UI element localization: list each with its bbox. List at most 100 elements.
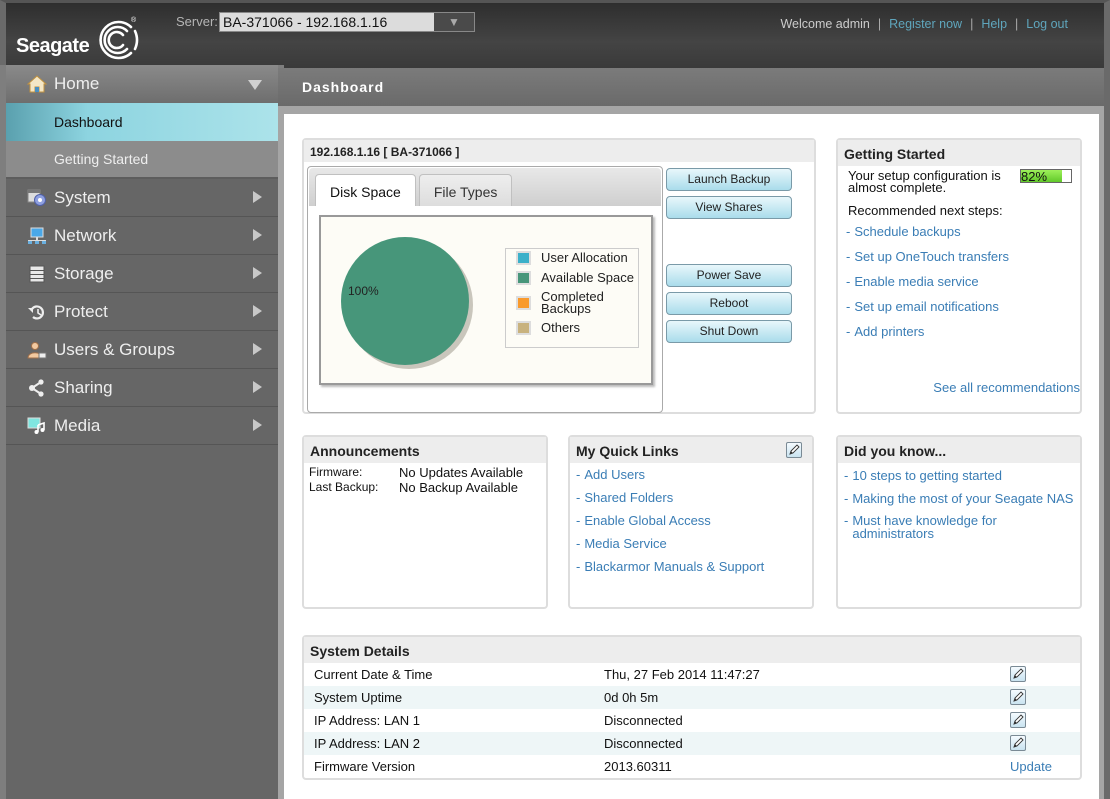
sidebar-subitem-label: Getting Started <box>54 151 149 167</box>
getting-started-panel: Getting Started Your setup configuration… <box>836 138 1082 414</box>
announcement-label: Last Backup: <box>309 480 379 494</box>
log-out-link[interactable]: Log out <box>1026 17 1068 31</box>
sidebar-subitem-dashboard[interactable]: Dashboard <box>6 103 278 141</box>
next-step-item[interactable]: - Set up OneTouch transfers <box>846 249 1080 264</box>
legend-label: Available Space <box>541 270 634 285</box>
detail-value: 0d 0h 5m <box>604 690 659 705</box>
detail-value: Thu, 27 Feb 2014 11:47:27 <box>604 667 760 682</box>
pencil-icon <box>1013 668 1024 679</box>
server-select-value: BA-371066 - 192.168.1.16 <box>223 14 388 30</box>
next-step-link[interactable]: Enable media service <box>854 274 978 289</box>
detail-label: Firmware Version <box>314 759 416 774</box>
tip-item[interactable]: - Making the most of your Seagate NAS <box>844 491 1080 506</box>
sidebar-item-sharing[interactable]: Sharing <box>6 369 278 407</box>
view-shares-button[interactable]: View Shares <box>666 196 792 219</box>
chevron-right-icon <box>253 229 262 241</box>
setup-progress-bar: 82% <box>1020 169 1072 183</box>
legend-item: Completed Backups <box>506 289 638 316</box>
next-step-link[interactable]: Set up OneTouch transfers <box>854 249 1009 264</box>
quick-link[interactable]: Enable Global Access <box>584 513 710 528</box>
announcement-value: No Updates Available <box>399 465 524 480</box>
sidebar-item-label: Users & Groups <box>54 339 175 359</box>
quick-link-item[interactable]: - Enable Global Access <box>576 513 812 528</box>
tip-link[interactable]: Making the most of your Seagate NAS <box>852 491 1073 506</box>
detail-value: 2013.60311 <box>604 759 672 774</box>
next-step-link[interactable]: Add printers <box>854 324 924 339</box>
detail-label: Current Date & Time <box>314 667 433 682</box>
did-you-know-title: Did you know... <box>838 437 1080 463</box>
quick-link[interactable]: Media Service <box>584 536 666 551</box>
launch-backup-button[interactable]: Launch Backup <box>666 168 792 191</box>
chevron-right-icon <box>253 267 262 279</box>
quick-link[interactable]: Add Users <box>584 467 645 482</box>
tip-link[interactable]: 10 steps to getting started <box>852 468 1002 483</box>
separator: | <box>970 17 974 31</box>
next-step-item[interactable]: - Add printers <box>846 324 1080 339</box>
quick-link-item[interactable]: - Blackarmor Manuals & Support <box>576 559 812 574</box>
legend-label: Others <box>541 320 581 335</box>
reboot-button[interactable]: Reboot <box>666 292 792 315</box>
power-save-button[interactable]: Power Save <box>666 264 792 287</box>
page-scrollbar[interactable] <box>1104 65 1110 799</box>
edit-lan2-button[interactable] <box>1010 735 1026 751</box>
sidebar-item-home[interactable]: Home <box>6 65 278 103</box>
legend-label: Completed Backups <box>541 289 604 316</box>
server-select[interactable]: BA-371066 - 192.168.1.16 ▼ <box>219 12 475 32</box>
sidebar-item-storage[interactable]: Storage <box>6 255 278 293</box>
disk-tabs: Disk Space File Types 100% User Allocati… <box>307 166 663 413</box>
quick-links-title: My Quick Links <box>576 443 679 459</box>
quick-link[interactable]: Shared Folders <box>584 490 673 505</box>
next-step-link[interactable]: Schedule backups <box>854 224 960 239</box>
announcement-label: Firmware: <box>309 465 363 479</box>
next-step-item[interactable]: - Set up email notifications <box>846 299 1080 314</box>
help-link[interactable]: Help <box>981 17 1007 31</box>
sidebar-item-system[interactable]: System <box>6 179 278 217</box>
user-links: Welcome admin | Register now | Help | Lo… <box>780 17 1068 31</box>
welcome-text: Welcome admin <box>780 17 870 31</box>
dropdown-arrow-icon[interactable]: ▼ <box>434 13 474 31</box>
tab-file-types[interactable]: File Types <box>418 174 513 206</box>
announcements-panel: Announcements Firmware: No Updates Avail… <box>302 435 548 609</box>
sidebar-item-protect[interactable]: Protect <box>6 293 278 331</box>
table-row: IP Address: LAN 2 Disconnected <box>304 732 1080 755</box>
firmware-update-link[interactable]: Update <box>1010 759 1070 774</box>
tab-disk-space[interactable]: Disk Space <box>315 174 416 206</box>
server-label: Server: <box>176 14 218 29</box>
table-row: System Uptime 0d 0h 5m <box>304 686 1080 709</box>
quick-link-item[interactable]: - Media Service <box>576 536 812 551</box>
disk-space-chart: 100% User Allocation Available Space Com… <box>319 215 653 385</box>
announcements-title: Announcements <box>304 437 546 463</box>
detail-label: System Uptime <box>314 690 403 705</box>
sidebar-item-label: Home <box>54 74 100 93</box>
register-now-link[interactable]: Register now <box>889 17 962 31</box>
edit-quick-links-button[interactable] <box>786 442 802 458</box>
tip-link[interactable]: Must have knowledge for administrators <box>852 514 1022 540</box>
see-all-recommendations-link[interactable]: See all recommendations <box>933 380 1080 395</box>
shut-down-button[interactable]: Shut Down <box>666 320 792 343</box>
edit-lan1-button[interactable] <box>1010 712 1026 728</box>
sidebar-item-label: System <box>54 187 111 207</box>
did-you-know-list: -10 steps to getting started - Making the… <box>838 468 1080 540</box>
tip-item[interactable]: - Must have knowledge for administrators <box>844 514 1080 540</box>
quick-link-item[interactable]: - Shared Folders <box>576 490 812 505</box>
legend-item: Others <box>506 321 638 335</box>
sidebar-item-network[interactable]: Network <box>6 217 278 255</box>
top-bar: Seagate ® Server: BA-371066 - 192.168.1.… <box>0 0 1110 68</box>
tip-item[interactable]: -10 steps to getting started <box>844 468 1080 483</box>
quick-links-header: My Quick Links <box>570 437 812 463</box>
sidebar-subitem-getting-started[interactable]: Getting Started <box>6 141 278 179</box>
edit-uptime-button[interactable] <box>1010 689 1026 705</box>
getting-started-title: Getting Started <box>838 140 1080 166</box>
next-step-link[interactable]: Set up email notifications <box>854 299 999 314</box>
sidebar-item-users-groups[interactable]: Users & Groups <box>6 331 278 369</box>
sidebar-subitem-label: Dashboard <box>54 114 123 130</box>
detail-label: IP Address: LAN 2 <box>314 736 420 751</box>
pencil-icon <box>789 444 800 455</box>
separator: | <box>877 17 882 31</box>
quick-link[interactable]: Blackarmor Manuals & Support <box>584 559 764 574</box>
next-step-item[interactable]: - Enable media service <box>846 274 1080 289</box>
quick-link-item[interactable]: - Add Users <box>576 467 812 482</box>
edit-date-time-button[interactable] <box>1010 666 1026 682</box>
sidebar-item-media[interactable]: Media <box>6 407 278 445</box>
next-step-item[interactable]: - Schedule backups <box>846 224 1080 239</box>
